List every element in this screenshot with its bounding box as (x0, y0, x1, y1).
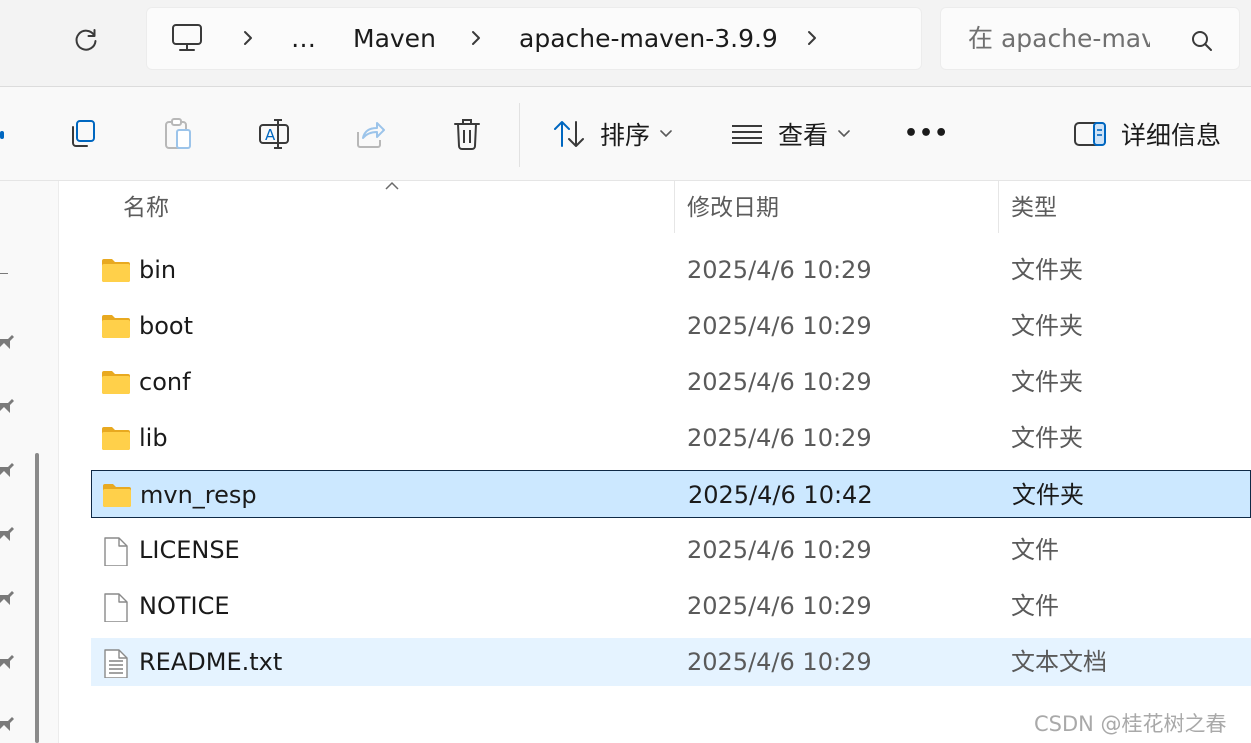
file-type: 文件 (1011, 592, 1059, 620)
more-icon: ••• (904, 121, 950, 146)
pin-icon[interactable] (0, 591, 14, 607)
details-pane-button[interactable]: 详细信息 (1073, 87, 1221, 180)
share-icon (357, 122, 385, 148)
file-modified-date: 2025/4/6 10:29 (687, 312, 872, 340)
pin-icon[interactable] (0, 717, 14, 733)
file-modified-date: 2025/4/6 10:29 (687, 424, 872, 452)
chevron-right-icon[interactable] (238, 28, 258, 48)
file-row[interactable]: NOTICE 2025/4/6 10:29 文件 (91, 582, 1251, 630)
column-separator[interactable] (998, 181, 999, 233)
command-bar: A 排序 查看 ••• 详细信息 (0, 87, 1251, 180)
rename-icon: A (259, 119, 289, 149)
file-type: 文件夹 (1011, 368, 1083, 396)
pin-icon[interactable] (0, 399, 14, 415)
file-modified-date: 2025/4/6 10:42 (688, 481, 873, 509)
details-label: 详细信息 (1121, 120, 1222, 150)
view-button[interactable]: 查看 (730, 87, 850, 180)
command-separator (519, 103, 520, 167)
file-name: lib (139, 424, 168, 452)
breadcrumb-maven[interactable]: Maven (353, 7, 436, 70)
pin-icon[interactable] (0, 463, 14, 479)
file-type: 文件夹 (1011, 312, 1083, 340)
chevron-down-icon (838, 129, 850, 137)
copy-icon (72, 120, 95, 147)
refresh-button[interactable] (66, 20, 106, 60)
delete-button[interactable] (447, 114, 487, 154)
details-pane-icon (1074, 121, 1106, 146)
file-name: README.txt (139, 648, 283, 676)
file-icon (101, 536, 131, 567)
view-label: 查看 (778, 120, 829, 150)
pin-icon[interactable] (0, 655, 14, 671)
file-type: 文件夹 (1011, 424, 1083, 452)
column-header-type[interactable]: 类型 (1011, 181, 1057, 233)
address-bar[interactable]: … Maven apache-maven-3.9.9 (146, 7, 922, 70)
file-modified-date: 2025/4/6 10:29 (687, 648, 872, 676)
trash-icon (454, 119, 480, 150)
view-list-icon (732, 124, 762, 144)
file-type: 文件 (1011, 536, 1059, 564)
sort-button[interactable]: 排序 (552, 87, 672, 180)
search-box[interactable]: 在 apache-maven-3.9.9 中搜索 (940, 7, 1240, 70)
column-header-name[interactable]: 名称 (123, 181, 169, 233)
file-row[interactable]: LICENSE 2025/4/6 10:29 文件 (91, 526, 1251, 574)
file-icon (101, 592, 131, 623)
svg-text:A: A (265, 126, 276, 144)
file-row[interactable]: conf 2025/4/6 10:29 文件夹 (91, 358, 1251, 406)
file-modified-date: 2025/4/6 10:29 (687, 536, 872, 564)
divider (0, 180, 1251, 181)
chevron-right-icon[interactable] (466, 28, 486, 48)
file-row[interactable]: README.txt 2025/4/6 10:29 文本文档 (91, 638, 1251, 686)
pin-icon[interactable] (0, 335, 14, 351)
folder-icon (101, 368, 131, 396)
address-bar-strip: … Maven apache-maven-3.9.9 在 apache-mave… (0, 0, 1251, 86)
folder-icon (101, 424, 131, 452)
folder-icon (101, 256, 131, 284)
copy-button[interactable] (62, 114, 102, 154)
chevron-right-icon[interactable] (802, 28, 822, 48)
this-pc-icon[interactable] (171, 23, 203, 53)
breadcrumb-overflow[interactable]: … (291, 7, 316, 70)
file-modified-date: 2025/4/6 10:29 (687, 256, 872, 284)
sort-label: 排序 (600, 120, 651, 150)
file-modified-date: 2025/4/6 10:29 (687, 368, 872, 396)
file-modified-date: 2025/4/6 10:29 (687, 592, 872, 620)
rename-button[interactable]: A (254, 114, 294, 154)
file-name: NOTICE (139, 592, 230, 620)
search-input[interactable]: 在 apache-maven-3.9.9 中搜索 (968, 7, 1150, 70)
file-name: bin (139, 256, 177, 284)
navigation-pane (0, 181, 59, 743)
file-name: boot (139, 312, 194, 340)
pin-icon[interactable] (0, 527, 14, 543)
breadcrumb-apache-maven[interactable]: apache-maven-3.9.9 (519, 7, 778, 70)
column-header-modified[interactable]: 修改日期 (687, 181, 779, 233)
watermark: CSDN @桂花树之春 (1034, 712, 1227, 736)
folder-icon (102, 481, 132, 509)
sort-icon (554, 120, 584, 147)
file-name: mvn_resp (140, 481, 257, 509)
folder-icon (101, 312, 131, 340)
file-type: 文件夹 (1012, 481, 1084, 509)
search-icon[interactable] (1190, 29, 1214, 53)
paste-icon (165, 118, 191, 149)
file-type: 文本文档 (1011, 648, 1107, 676)
new-indicator (0, 131, 4, 139)
nav-divider (0, 273, 8, 274)
file-name: LICENSE (139, 536, 240, 564)
share-button[interactable] (350, 114, 390, 154)
chevron-down-icon (660, 129, 672, 137)
file-row[interactable]: bin 2025/4/6 10:29 文件夹 (91, 246, 1251, 294)
paste-button[interactable] (158, 114, 198, 154)
nav-scrollbar[interactable] (35, 453, 39, 743)
file-type: 文件夹 (1011, 256, 1083, 284)
more-options-button[interactable]: ••• (904, 87, 949, 180)
file-row[interactable]: mvn_resp 2025/4/6 10:42 文件夹 (91, 470, 1251, 518)
file-row[interactable]: lib 2025/4/6 10:29 文件夹 (91, 414, 1251, 462)
column-separator[interactable] (674, 181, 675, 233)
refresh-icon (75, 29, 97, 51)
sort-ascending-icon (385, 181, 399, 190)
file-row[interactable]: boot 2025/4/6 10:29 文件夹 (91, 302, 1251, 350)
text-file-icon (101, 648, 131, 679)
file-name: conf (139, 368, 191, 396)
